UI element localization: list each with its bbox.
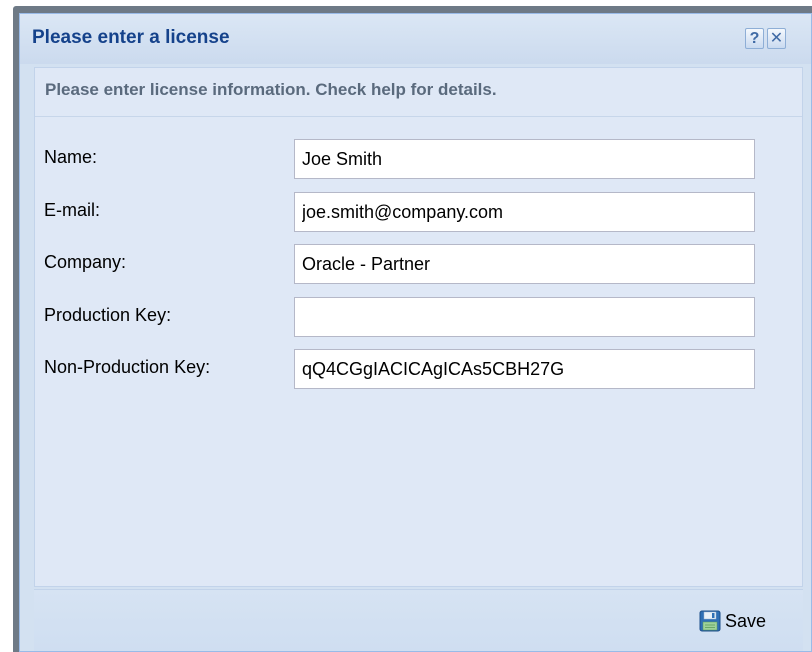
help-icon: ? [749,30,760,47]
close-button[interactable]: ✕ [767,28,786,49]
license-dialog: Please enter a license ? ✕ Please enter … [19,13,812,652]
save-button[interactable]: Save [699,607,766,635]
non-production-key-input[interactable] [294,349,755,389]
help-button[interactable]: ? [745,28,764,49]
floppy-disk-icon [699,610,721,632]
company-input[interactable] [294,244,755,284]
instructions-divider [35,116,802,117]
form-panel: Please enter license information. Check … [34,67,803,587]
name-input[interactable] [294,139,755,179]
non-production-key-label: Non-Production Key: [44,357,211,377]
email-input[interactable] [294,192,755,232]
name-label: Name: [44,147,98,167]
save-button-label: Save [725,610,767,631]
dialog-title-bar[interactable]: Please enter a license ? ✕ [20,14,811,64]
dialog-footer: Save [34,589,803,651]
production-key-input[interactable] [294,297,755,337]
close-icon: ✕ [769,30,784,47]
email-label: E-mail: [44,200,101,220]
production-key-label: Production Key: [44,305,172,325]
company-label: Company: [44,252,127,272]
dialog-title: Please enter a license [32,27,230,48]
instructions-text: Please enter license information. Check … [45,80,497,99]
